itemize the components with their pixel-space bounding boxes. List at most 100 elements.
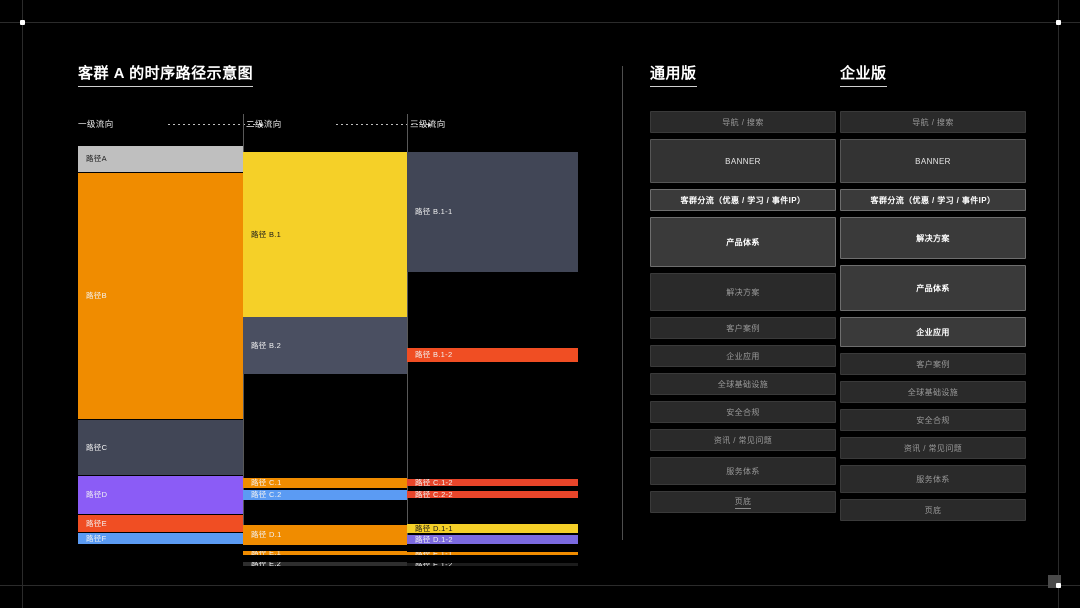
wireframe-block[interactable]: 服务体系 bbox=[840, 465, 1026, 493]
chart-band-label: 路径E bbox=[78, 520, 107, 528]
wireframe-block-label: 产品体系 bbox=[726, 237, 760, 248]
wireframe-block[interactable]: 安全合规 bbox=[840, 409, 1026, 431]
wireframe-block-label: 资讯 / 常见问题 bbox=[904, 443, 962, 454]
wireframe-block[interactable]: 导航 / 搜索 bbox=[840, 111, 1026, 133]
stage-axis: 一级流向 二级流向 三级流向 bbox=[78, 118, 578, 134]
wireframe-block-label: 客户案例 bbox=[916, 359, 950, 370]
chart-band: 路径B bbox=[78, 173, 243, 419]
chart-band-label: 路径C bbox=[78, 444, 107, 452]
selection-handle-top-left[interactable] bbox=[20, 20, 25, 25]
wireframe-block-label: 产品体系 bbox=[916, 283, 950, 294]
wireframe-block-label: 资讯 / 常见问题 bbox=[714, 435, 772, 446]
guide-line-right bbox=[1058, 0, 1059, 608]
wireframe-block[interactable]: 产品体系 bbox=[650, 217, 836, 267]
chart-band: 路径 C.1-2 bbox=[407, 479, 578, 486]
wireframe-block-label: 客群分流（优惠 / 学习 / 事件IP） bbox=[871, 195, 996, 206]
wireframe-block-label: 页底 bbox=[925, 505, 942, 516]
chart-band: 路径 C.2 bbox=[243, 490, 407, 500]
chart-band: 路径 E.1-2 bbox=[407, 563, 578, 566]
wireframe-block-label: 客户案例 bbox=[726, 323, 760, 334]
chart-band: 路径 B.1-2 bbox=[407, 348, 578, 362]
wireframe-block[interactable]: 全球基础设施 bbox=[650, 373, 836, 395]
panel-title-general: 通用版 bbox=[650, 62, 697, 87]
wireframe-panel-enterprise: 企业版 导航 / 搜索 BANNER 客群分流（优惠 / 学习 / 事件IP） 解决方… bbox=[840, 62, 1026, 521]
wireframe-block[interactable]: 页底 bbox=[840, 499, 1026, 521]
chart-band: 路径 D.1-2 bbox=[407, 535, 578, 544]
wireframe-block[interactable]: 资讯 / 常见问题 bbox=[650, 429, 836, 451]
panel-title-enterprise: 企业版 bbox=[840, 62, 887, 87]
chart-band-label: 路径 C.2 bbox=[243, 491, 282, 499]
stage-label-3: 三级流向 bbox=[410, 118, 446, 130]
wireframe-block-label: 客群分流（优惠 / 学习 / 事件IP） bbox=[681, 195, 806, 206]
wireframe-block[interactable]: 客群分流（优惠 / 学习 / 事件IP） bbox=[840, 189, 1026, 211]
wireframe-block[interactable]: 解决方案 bbox=[840, 217, 1026, 259]
wireframe-block[interactable]: 解决方案 bbox=[650, 273, 836, 311]
chart-band: 路径C bbox=[78, 420, 243, 475]
chart-band-label: 路径 E.1 bbox=[243, 551, 281, 555]
wireframe-block[interactable]: 产品体系 bbox=[840, 265, 1026, 311]
wireframe-block[interactable]: 导航 / 搜索 bbox=[650, 111, 836, 133]
stage-label-2: 二级流向 bbox=[246, 118, 282, 130]
chart-band: 路径 C.1 bbox=[243, 478, 407, 488]
wireframe-block[interactable]: 服务体系 bbox=[650, 457, 836, 485]
wireframe-block[interactable]: 安全合规 bbox=[650, 401, 836, 423]
chart-band-label: 路径 C.1-2 bbox=[407, 479, 453, 486]
wireframe-block-label: 解决方案 bbox=[726, 287, 760, 298]
wireframe-block-label: 全球基础设施 bbox=[718, 379, 768, 390]
wireframe-block-label: 解决方案 bbox=[916, 233, 950, 244]
chart-band: 路径 D.1 bbox=[243, 525, 407, 545]
chart-band: 路径 B.2 bbox=[243, 317, 407, 374]
wireframe-block[interactable]: 客户案例 bbox=[650, 317, 836, 339]
chart-band-label: 路径F bbox=[78, 535, 106, 543]
wireframe-list-general: 导航 / 搜索 BANNER 客群分流（优惠 / 学习 / 事件IP） 产品体系解决方… bbox=[650, 111, 836, 513]
wireframe-list-enterprise: 导航 / 搜索 BANNER 客群分流（优惠 / 学习 / 事件IP） 解决方案产品体… bbox=[840, 111, 1026, 521]
chart-band: 路径 E.1-1 bbox=[407, 552, 578, 555]
chart-band: 路径E bbox=[78, 515, 243, 532]
chart-band: 路径 B.1-1 bbox=[407, 152, 578, 272]
selection-handle-top-right[interactable] bbox=[1056, 20, 1061, 25]
chart-band-label: 路径 D.1-2 bbox=[407, 536, 453, 544]
guide-line-top bbox=[0, 22, 1080, 23]
chart-band-label: 路径 C.1 bbox=[243, 479, 282, 487]
chart-band-label: 路径 B.1-1 bbox=[407, 208, 452, 216]
panel-divider bbox=[622, 66, 623, 540]
wireframe-block-label: 页底 bbox=[735, 496, 752, 509]
wireframe-block[interactable]: 页底 bbox=[650, 491, 836, 513]
wireframe-block[interactable]: 企业应用 bbox=[650, 345, 836, 367]
wireframe-block-label: BANNER bbox=[915, 157, 951, 166]
wireframe-block[interactable]: BANNER bbox=[650, 139, 836, 183]
chart-band: 路径 E.2 bbox=[243, 562, 407, 566]
wireframe-block-label: BANNER bbox=[725, 157, 761, 166]
chart-band-label: 路径 E.2 bbox=[243, 562, 281, 566]
wireframe-block[interactable]: BANNER bbox=[840, 139, 1026, 183]
chart-band: 路径 C.2-2 bbox=[407, 491, 578, 498]
guide-line-left bbox=[22, 0, 23, 608]
wireframe-block-label: 全球基础设施 bbox=[908, 387, 958, 398]
page-title: 客群 A 的时序路径示意图 bbox=[78, 62, 253, 87]
chart-band: 路径 D.1-1 bbox=[407, 524, 578, 533]
wireframe-block[interactable]: 资讯 / 常见问题 bbox=[840, 437, 1026, 459]
wireframe-block[interactable]: 企业应用 bbox=[840, 317, 1026, 347]
chart-band-label: 路径D bbox=[78, 491, 107, 499]
path-chart-panel: 客群 A 的时序路径示意图 一级流向 二级流向 三级流向 路径A 路径B 路径C 路径… bbox=[78, 62, 578, 542]
chart-band: 路径A bbox=[78, 146, 243, 172]
chart-band-label: 路径 E.1-1 bbox=[407, 552, 452, 555]
wireframe-block[interactable]: 客户案例 bbox=[840, 353, 1026, 375]
wireframe-block-label: 企业应用 bbox=[726, 351, 760, 362]
chart-band-label: 路径 B.1-2 bbox=[407, 351, 452, 359]
guide-line-bottom bbox=[0, 585, 1080, 586]
wireframe-block[interactable]: 全球基础设施 bbox=[840, 381, 1026, 403]
chart-band: 路径 E.1 bbox=[243, 551, 407, 555]
chart-band-label: 路径B bbox=[78, 292, 107, 300]
chart-band: 路径 B.1 bbox=[243, 152, 407, 317]
wireframe-block[interactable]: 客群分流（优惠 / 学习 / 事件IP） bbox=[650, 189, 836, 211]
chart-band-label: 路径 D.1-1 bbox=[407, 525, 453, 533]
selection-handle-bottom-right[interactable] bbox=[1056, 583, 1061, 588]
chart-band: 路径D bbox=[78, 476, 243, 514]
wireframe-block-label: 企业应用 bbox=[916, 327, 950, 338]
wireframe-block-label: 安全合规 bbox=[726, 407, 760, 418]
wireframe-block-label: 服务体系 bbox=[726, 466, 760, 477]
chart-band-label: 路径 D.1 bbox=[243, 531, 282, 539]
chart-band-label: 路径A bbox=[78, 155, 107, 163]
wireframe-block-label: 安全合规 bbox=[916, 415, 950, 426]
